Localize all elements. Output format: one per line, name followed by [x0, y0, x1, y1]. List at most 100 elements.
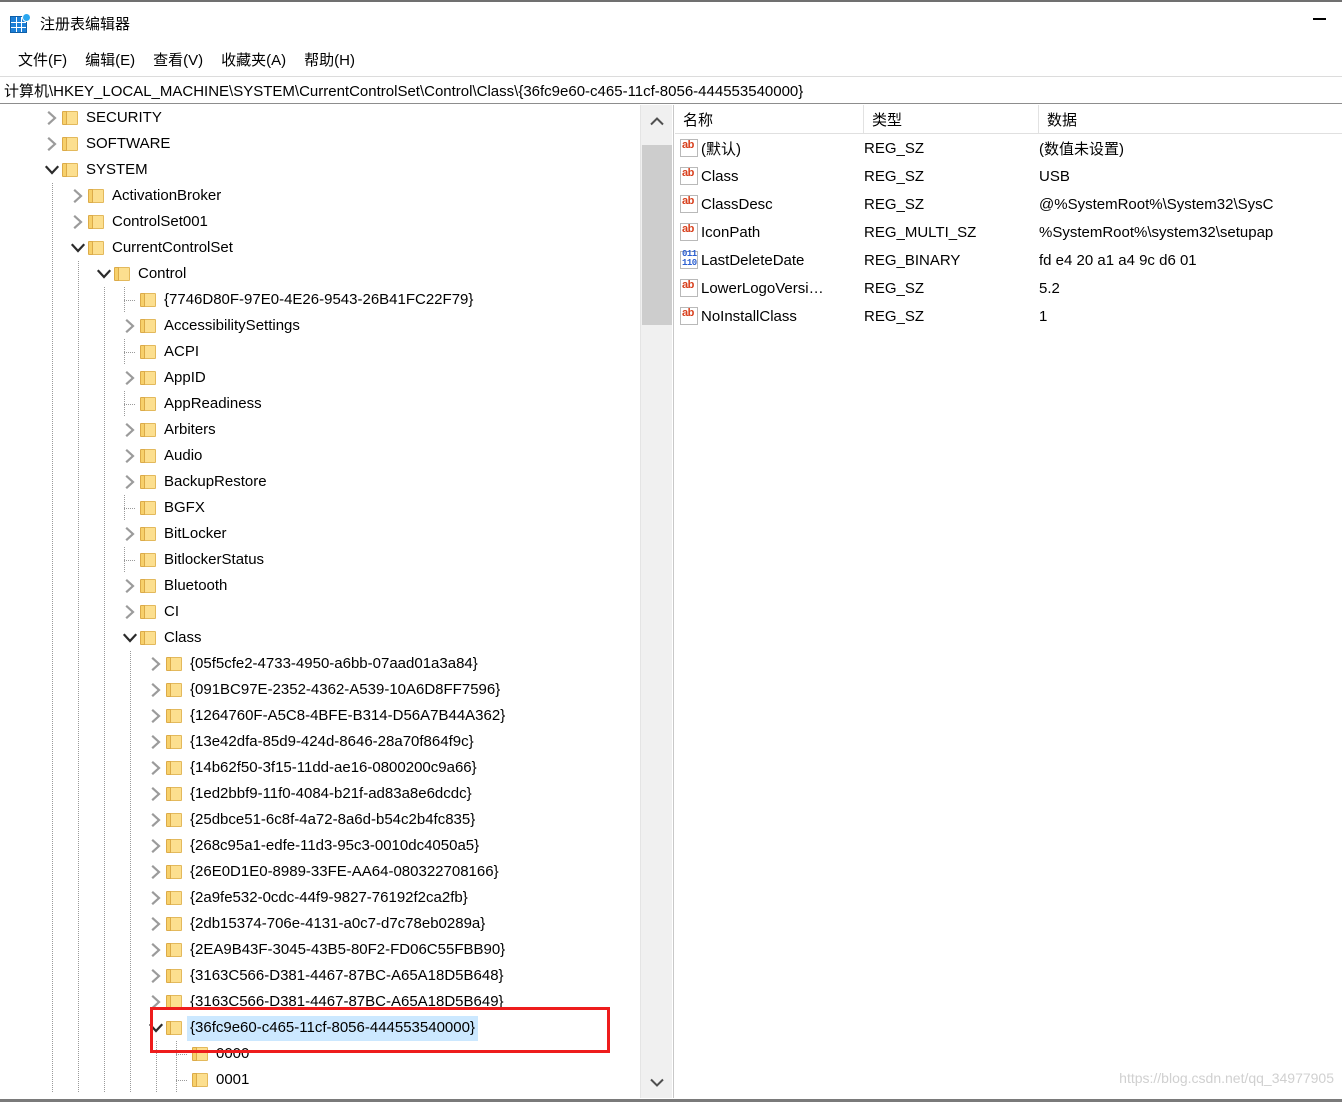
menu-item-2[interactable]: 编辑(E)	[76, 46, 144, 73]
column-header-3[interactable]: 数据	[1038, 105, 1342, 133]
tree-guide-line	[52, 235, 53, 261]
folder-icon	[192, 1046, 209, 1061]
address-bar[interactable]: 计算机\HKEY_LOCAL_MACHINE\SYSTEM\CurrentCon…	[0, 76, 1342, 104]
value-data: USB	[1039, 162, 1342, 190]
tree-elbow-line	[176, 1080, 188, 1081]
chevron-right-icon[interactable]	[148, 968, 164, 984]
tree-node[interactable]: SECURITY	[0, 105, 641, 131]
tree-node[interactable]: AppID	[0, 365, 641, 391]
tree-node[interactable]: SYSTEM	[0, 157, 641, 183]
tree-node[interactable]: {14b62f50-3f15-11dd-ae16-0800200c9a66}	[0, 755, 641, 781]
tree-node[interactable]: 0001	[0, 1067, 641, 1093]
menu-item-5[interactable]: 帮助(H)	[295, 46, 364, 73]
tree-node[interactable]: CurrentControlSet	[0, 235, 641, 261]
tree-node[interactable]: BackupRestore	[0, 469, 641, 495]
chevron-right-icon[interactable]	[122, 318, 138, 334]
tree-node[interactable]: Audio	[0, 443, 641, 469]
tree-guide-line	[104, 937, 105, 963]
chevron-right-icon[interactable]	[70, 188, 86, 204]
chevron-down-icon[interactable]	[148, 1020, 164, 1036]
chevron-right-icon[interactable]	[148, 838, 164, 854]
chevron-right-icon[interactable]	[148, 864, 164, 880]
tree-node[interactable]: SOFTWARE	[0, 131, 641, 157]
tree-node[interactable]: Bluetooth	[0, 573, 641, 599]
tree-guide-line	[124, 547, 125, 573]
string-value-icon: ab	[680, 167, 698, 185]
value-row[interactable]: abLowerLogoVersi…REG_SZ5.2	[675, 274, 1342, 302]
tree-node[interactable]: {05f5cfe2-4733-4950-a6bb-07aad01a3a84}	[0, 651, 641, 677]
column-header-1[interactable]: 名称	[675, 105, 863, 133]
tree-node[interactable]: Arbiters	[0, 417, 641, 443]
tree-node[interactable]: AppReadiness	[0, 391, 641, 417]
tree-vertical-scrollbar[interactable]	[640, 105, 672, 1098]
chevron-right-icon[interactable]	[122, 474, 138, 490]
chevron-right-icon[interactable]	[148, 656, 164, 672]
chevron-right-icon[interactable]	[44, 136, 60, 152]
tree-node[interactable]: ActivationBroker	[0, 183, 641, 209]
tree-node[interactable]: {25dbce51-6c8f-4a72-8a6d-b54c2b4fc835}	[0, 807, 641, 833]
chevron-right-icon[interactable]	[148, 916, 164, 932]
tree-node[interactable]: {3163C566-D381-4467-87BC-A65A18D5B648}	[0, 963, 641, 989]
chevron-right-icon[interactable]	[44, 110, 60, 126]
tree-node[interactable]: BitLocker	[0, 521, 641, 547]
tree-node-selected[interactable]: {36fc9e60-c465-11cf-8056-444553540000}	[0, 1015, 641, 1041]
tree-node[interactable]: {1ed2bbf9-11f0-4084-b21f-ad83a8e6dcdc}	[0, 781, 641, 807]
menu-item-3[interactable]: 查看(V)	[144, 46, 212, 73]
chevron-right-icon[interactable]	[122, 526, 138, 542]
tree-node[interactable]: {091BC97E-2352-4362-A539-10A6D8FF7596}	[0, 677, 641, 703]
chevron-right-icon[interactable]	[148, 942, 164, 958]
tree-node[interactable]: AccessibilitySettings	[0, 313, 641, 339]
scroll-up-icon[interactable]	[641, 105, 673, 137]
value-row[interactable]: abIconPathREG_MULTI_SZ%SystemRoot%\syste…	[675, 218, 1342, 246]
chevron-down-icon[interactable]	[96, 266, 112, 282]
chevron-right-icon[interactable]	[148, 760, 164, 776]
chevron-right-icon[interactable]	[148, 812, 164, 828]
tree-node[interactable]: {13e42dfa-85d9-424d-8646-28a70f864f9c}	[0, 729, 641, 755]
tree-node[interactable]: ControlSet001	[0, 209, 641, 235]
scroll-down-icon[interactable]	[641, 1066, 673, 1098]
menu-item-4[interactable]: 收藏夹(A)	[212, 46, 295, 73]
value-row[interactable]: abNoInstallClassREG_SZ1	[675, 302, 1342, 330]
chevron-right-icon[interactable]	[148, 890, 164, 906]
minimize-button[interactable]	[1296, 1, 1342, 31]
folder-icon	[88, 214, 105, 229]
tree-guide-line	[78, 547, 79, 573]
tree-node[interactable]: {26E0D1E0-8989-33FE-AA64-080322708166}	[0, 859, 641, 885]
tree-node[interactable]: ACPI	[0, 339, 641, 365]
column-header-2[interactable]: 类型	[863, 105, 1038, 133]
value-row[interactable]: 011110LastDeleteDateREG_BINARYfd e4 20 a…	[675, 246, 1342, 274]
chevron-right-icon[interactable]	[122, 604, 138, 620]
tree-guide-line	[78, 417, 79, 443]
menu-item-1[interactable]: 文件(F)	[9, 46, 76, 73]
tree-node[interactable]: {2EA9B43F-3045-43B5-80F2-FD06C55FBB90}	[0, 937, 641, 963]
tree-node[interactable]: {268c95a1-edfe-11d3-95c3-0010dc4050a5}	[0, 833, 641, 859]
value-row[interactable]: abClassREG_SZUSB	[675, 162, 1342, 190]
chevron-right-icon[interactable]	[148, 994, 164, 1010]
chevron-right-icon[interactable]	[148, 708, 164, 724]
value-row[interactable]: ab(默认)REG_SZ(数值未设置)	[675, 134, 1342, 162]
tree-node[interactable]: Control	[0, 261, 641, 287]
tree-node[interactable]: {7746D80F-97E0-4E26-9543-26B41FC22F79}	[0, 287, 641, 313]
chevron-right-icon[interactable]	[122, 578, 138, 594]
chevron-right-icon[interactable]	[148, 734, 164, 750]
tree-node[interactable]: {2a9fe532-0cdc-44f9-9827-76192f2ca2fb}	[0, 885, 641, 911]
chevron-right-icon[interactable]	[148, 682, 164, 698]
tree-node[interactable]: CI	[0, 599, 641, 625]
chevron-right-icon[interactable]	[122, 448, 138, 464]
tree-node[interactable]: 0000	[0, 1041, 641, 1067]
chevron-right-icon[interactable]	[122, 422, 138, 438]
chevron-down-icon[interactable]	[122, 630, 138, 646]
value-row[interactable]: abClassDescREG_SZ@%SystemRoot%\System32\…	[675, 190, 1342, 218]
chevron-right-icon[interactable]	[148, 786, 164, 802]
chevron-down-icon[interactable]	[44, 162, 60, 178]
tree-node[interactable]: {1264760F-A5C8-4BFE-B314-D56A7B44A362}	[0, 703, 641, 729]
tree-node[interactable]: BGFX	[0, 495, 641, 521]
chevron-right-icon[interactable]	[70, 214, 86, 230]
tree-node[interactable]: BitlockerStatus	[0, 547, 641, 573]
chevron-down-icon[interactable]	[70, 240, 86, 256]
tree-node[interactable]: {3163C566-D381-4467-87BC-A65A18D5B649}	[0, 989, 641, 1015]
tree-scrollbar-thumb[interactable]	[642, 145, 672, 325]
chevron-right-icon[interactable]	[122, 370, 138, 386]
tree-node[interactable]: {2db15374-706e-4131-a0c7-d7c78eb0289a}	[0, 911, 641, 937]
tree-node[interactable]: Class	[0, 625, 641, 651]
